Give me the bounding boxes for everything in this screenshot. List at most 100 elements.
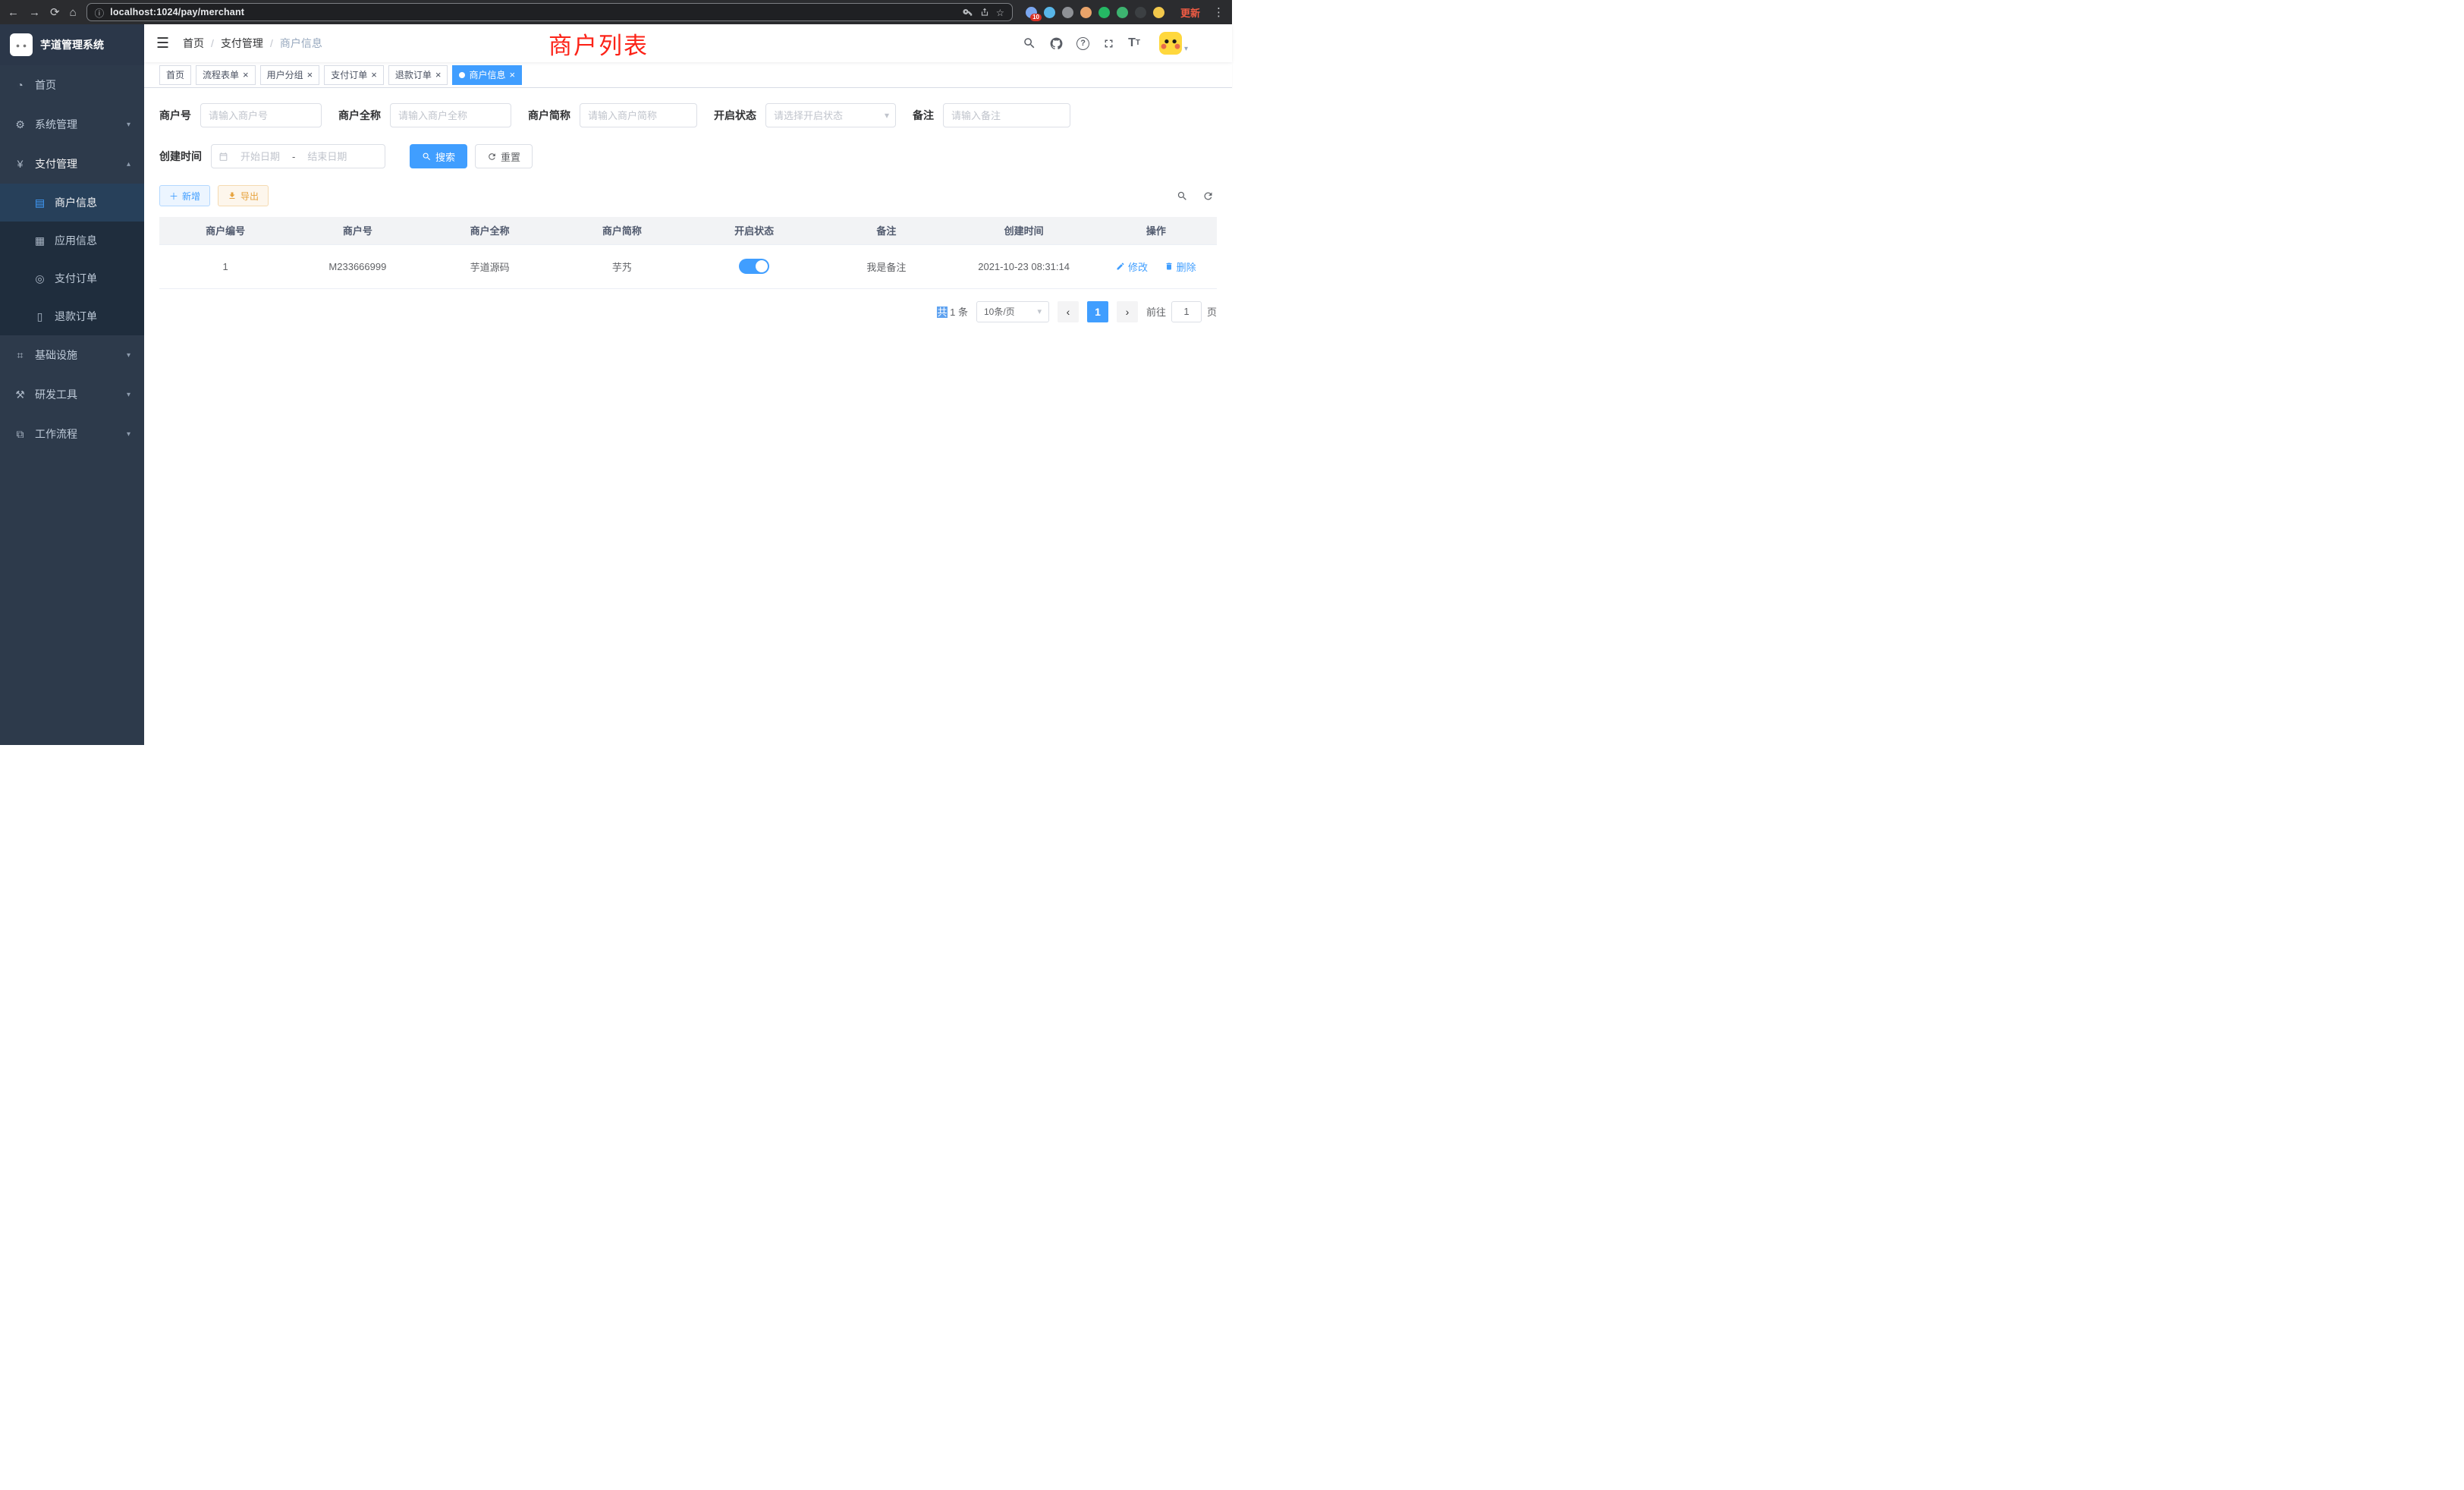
export-button[interactable]: 导出 xyxy=(218,185,269,206)
date-range-picker[interactable]: - xyxy=(211,144,385,168)
user-menu[interactable]: ▾ xyxy=(1159,32,1188,55)
sidebar: 芋道管理系统 ◔ 首页 ⚙ 系统管理 ▾ ¥ 支付管理 ▴ ▤ 商户信息 ▦ 应… xyxy=(0,24,144,745)
sidebar-item-label: 应用信息 xyxy=(55,233,97,248)
add-button[interactable]: ＋ 新增 xyxy=(159,185,210,206)
top-navbar: ☰ 首页 / 支付管理 / 商户信息 商户列表 ? TT xyxy=(144,24,1232,62)
tab-merchant-info[interactable]: 商户信息 × xyxy=(452,65,522,85)
sidebar-toggle-icon[interactable]: ☰ xyxy=(156,35,169,52)
document-icon: ▯ xyxy=(33,310,46,323)
sidebar-item-infrastructure[interactable]: ⌗ 基础设施 ▾ xyxy=(0,335,144,375)
site-info-icon[interactable]: ⓘ xyxy=(95,5,105,20)
breadcrumb-separator: / xyxy=(270,37,273,49)
forward-icon[interactable]: → xyxy=(29,7,40,18)
cell-create-time: 2021-10-23 08:31:14 xyxy=(953,244,1095,288)
start-date-input[interactable] xyxy=(231,151,289,162)
sidebar-item-refund-order[interactable]: ▯ 退款订单 xyxy=(0,297,144,335)
search-button[interactable]: 搜索 xyxy=(410,144,467,168)
status-select[interactable] xyxy=(765,103,896,127)
github-icon[interactable] xyxy=(1049,36,1064,51)
merchant-no-input[interactable] xyxy=(200,103,322,127)
close-icon[interactable]: × xyxy=(371,70,377,80)
breadcrumb-item[interactable]: 首页 xyxy=(183,36,204,51)
sidebar-item-payment[interactable]: ¥ 支付管理 ▴ xyxy=(0,144,144,184)
active-tab-dot xyxy=(459,72,465,78)
reset-button[interactable]: 重置 xyxy=(475,144,533,168)
close-icon[interactable]: × xyxy=(509,70,515,80)
col-header-merchant-id: 商户编号 xyxy=(159,217,291,244)
total-count-rest: 1 条 xyxy=(948,306,968,318)
search-icon[interactable] xyxy=(1023,36,1036,50)
password-key-icon[interactable] xyxy=(963,7,973,17)
workflow-icon: ⧉ xyxy=(14,428,27,441)
extension-icon[interactable] xyxy=(1117,7,1128,18)
tab-process-form[interactable]: 流程表单 × xyxy=(196,65,256,85)
browser-update-button[interactable]: 更新 xyxy=(1180,5,1200,20)
gear-icon: ⚙ xyxy=(14,118,27,131)
extension-icon[interactable] xyxy=(1153,7,1164,18)
sidebar-item-label: 首页 xyxy=(35,77,56,93)
tab-pay-order[interactable]: 支付订单 × xyxy=(324,65,384,85)
browser-home-icon[interactable]: ⌂ xyxy=(70,7,77,18)
font-size-icon[interactable]: TT xyxy=(1128,37,1140,49)
status-toggle[interactable] xyxy=(739,259,769,274)
help-icon[interactable]: ? xyxy=(1076,37,1089,50)
next-page-button[interactable]: › xyxy=(1117,301,1138,322)
address-bar[interactable]: ⓘ localhost:1024/pay/merchant ☆ xyxy=(86,3,1013,21)
back-icon[interactable]: ← xyxy=(8,7,19,18)
sidebar-item-system[interactable]: ⚙ 系统管理 ▾ xyxy=(0,105,144,144)
date-separator: - xyxy=(292,151,295,162)
caret-down-icon: ▾ xyxy=(1184,45,1188,55)
extension-icon[interactable] xyxy=(1044,7,1055,18)
show-search-icon[interactable] xyxy=(1177,190,1188,202)
delete-button[interactable]: 删除 xyxy=(1164,259,1196,274)
cell-short-name: 芋艿 xyxy=(556,244,688,288)
remark-label: 备注 xyxy=(913,108,934,123)
extension-icon[interactable]: 10 xyxy=(1026,7,1037,18)
full-name-input[interactable] xyxy=(390,103,511,127)
current-page-button[interactable]: 1 xyxy=(1087,301,1108,322)
sidebar-item-workflow[interactable]: ⧉ 工作流程 ▾ xyxy=(0,414,144,454)
logo-avatar xyxy=(10,33,33,56)
extension-icon[interactable] xyxy=(1098,7,1110,18)
bookmark-star-icon[interactable]: ☆ xyxy=(996,7,1004,18)
merchant-table: 商户编号 商户号 商户全称 商户简称 开启状态 备注 创建时间 操作 1 M23… xyxy=(159,217,1217,289)
extension-icon[interactable] xyxy=(1135,7,1146,18)
goto-page-input[interactable] xyxy=(1171,301,1202,322)
tab-home[interactable]: 首页 xyxy=(159,65,191,85)
browser-toolbar: ← → ⟳ ⌂ ⓘ localhost:1024/pay/merchant ☆ … xyxy=(0,0,1232,24)
sidebar-item-home[interactable]: ◔ 首页 xyxy=(0,65,144,105)
browser-menu-icon[interactable]: ⋮ xyxy=(1213,7,1224,18)
fullscreen-icon[interactable] xyxy=(1102,37,1115,50)
extension-icon[interactable] xyxy=(1062,7,1073,18)
goto-label: 前往 xyxy=(1146,304,1166,319)
sidebar-item-merchant-info[interactable]: ▤ 商户信息 xyxy=(0,184,144,222)
close-icon[interactable]: × xyxy=(307,70,313,80)
refresh-table-icon[interactable] xyxy=(1202,190,1214,202)
edit-button[interactable]: 修改 xyxy=(1116,259,1148,274)
filter-form-row-2: 创建时间 - 搜索 重置 xyxy=(159,144,1217,168)
prev-page-button[interactable]: ‹ xyxy=(1058,301,1079,322)
share-icon[interactable] xyxy=(979,7,990,17)
breadcrumb-item[interactable]: 支付管理 xyxy=(221,36,263,51)
sidebar-item-app-info[interactable]: ▦ 应用信息 xyxy=(0,222,144,259)
end-date-input[interactable] xyxy=(298,151,356,162)
total-count: 共 1 条 xyxy=(937,304,967,319)
reload-icon[interactable]: ⟳ xyxy=(50,7,60,18)
close-icon[interactable]: × xyxy=(435,70,442,80)
chevron-up-icon: ▴ xyxy=(127,160,130,168)
page-size-select[interactable]: 10条/页 ▾ xyxy=(976,301,1049,322)
tab-label: 商户信息 xyxy=(469,68,505,81)
tab-label: 支付订单 xyxy=(331,68,367,81)
tab-refund-order[interactable]: 退款订单 × xyxy=(388,65,448,85)
monitor-icon: ⌗ xyxy=(14,349,27,362)
extension-icon[interactable] xyxy=(1080,7,1092,18)
app-logo[interactable]: 芋道管理系统 xyxy=(0,24,144,65)
short-name-input[interactable] xyxy=(580,103,697,127)
sidebar-item-label: 支付订单 xyxy=(55,271,97,286)
tab-user-group[interactable]: 用户分组 × xyxy=(260,65,320,85)
sidebar-item-dev-tools[interactable]: ⚒ 研发工具 ▾ xyxy=(0,375,144,414)
sidebar-item-pay-order[interactable]: ◎ 支付订单 xyxy=(0,259,144,297)
page-unit-label: 页 xyxy=(1207,304,1217,319)
remark-input[interactable] xyxy=(943,103,1070,127)
close-icon[interactable]: × xyxy=(243,70,249,80)
